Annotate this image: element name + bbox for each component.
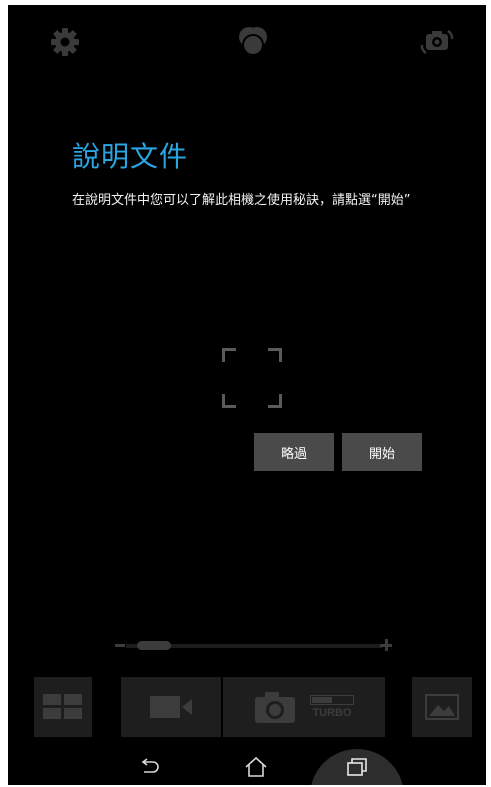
camera-screen: 說明文件 在說明文件中您可以了解此相機之使用秘訣，請點選“開始” 略過 開始 T… xyxy=(8,5,486,785)
mode-button[interactable] xyxy=(34,677,92,737)
plus-icon xyxy=(380,639,392,651)
home-button[interactable] xyxy=(226,749,286,785)
navigation-bar xyxy=(8,749,486,785)
recent-apps-button[interactable] xyxy=(326,749,386,785)
start-button[interactable]: 開始 xyxy=(342,433,422,471)
gear-icon xyxy=(51,28,79,56)
tutorial-title: 說明文件 xyxy=(72,140,189,173)
grid-mode-icon xyxy=(43,694,82,719)
back-button[interactable] xyxy=(120,749,180,785)
focus-frame-icon xyxy=(222,348,282,408)
gallery-icon xyxy=(425,694,459,720)
video-camera-icon xyxy=(150,696,192,718)
skip-button[interactable]: 略過 xyxy=(254,433,334,471)
back-icon xyxy=(141,758,159,773)
recent-apps-icon xyxy=(347,758,367,776)
turbo-toggle-icon xyxy=(310,695,354,705)
switch-camera-button[interactable] xyxy=(418,23,456,61)
turbo-label: TURBO xyxy=(312,707,352,719)
gallery-button[interactable] xyxy=(412,677,472,737)
shutter-button[interactable]: TURBO xyxy=(223,677,385,737)
zoom-slider-thumb[interactable] xyxy=(137,641,172,650)
video-record-button[interactable] xyxy=(121,677,221,737)
filter-button[interactable] xyxy=(234,23,272,61)
minus-icon xyxy=(115,644,125,647)
switch-camera-icon xyxy=(420,29,454,55)
home-icon xyxy=(245,756,267,777)
camera-icon xyxy=(255,692,295,723)
tutorial-description: 在說明文件中您可以了解此相機之使用秘訣，請點選“開始” xyxy=(72,193,411,208)
settings-button[interactable] xyxy=(46,23,84,61)
turbo-indicator: TURBO xyxy=(307,695,357,719)
color-filter-icon xyxy=(239,27,267,56)
